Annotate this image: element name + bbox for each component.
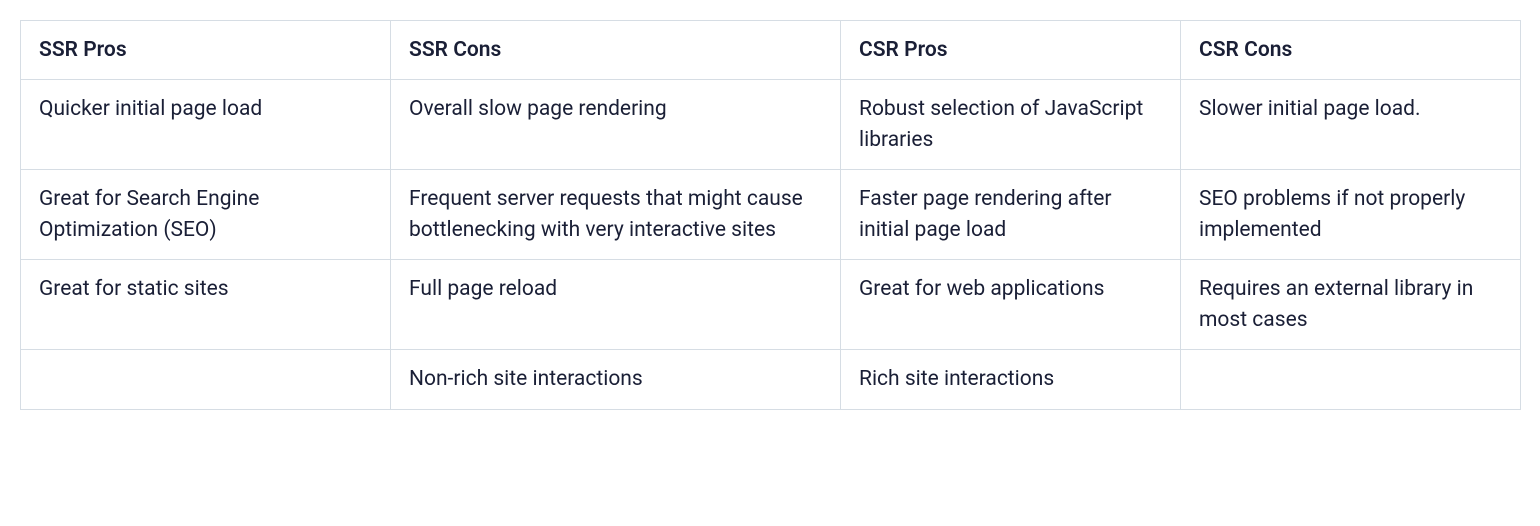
cell-ssr-pros: Great for static sites — [21, 260, 391, 350]
cell-csr-pros: Robust selection of JavaScript libraries — [841, 80, 1181, 170]
cell-ssr-cons: Frequent server requests that might caus… — [391, 170, 841, 260]
cell-csr-pros: Faster page rendering after initial page… — [841, 170, 1181, 260]
cell-ssr-cons: Full page reload — [391, 260, 841, 350]
table-row: Non-rich site interactions Rich site int… — [21, 350, 1521, 409]
cell-ssr-pros: Great for Search Engine Optimization (SE… — [21, 170, 391, 260]
cell-csr-cons: Slower initial page load. — [1181, 80, 1521, 170]
table-row: Great for Search Engine Optimization (SE… — [21, 170, 1521, 260]
cell-ssr-pros: Quicker initial page load — [21, 80, 391, 170]
table-row: Quicker initial page load Overall slow p… — [21, 80, 1521, 170]
table-header-row: SSR Pros SSR Cons CSR Pros CSR Cons — [21, 21, 1521, 80]
col-header-ssr-pros: SSR Pros — [21, 21, 391, 80]
cell-csr-cons: SEO problems if not properly implemented — [1181, 170, 1521, 260]
cell-csr-cons — [1181, 350, 1521, 409]
cell-csr-pros: Rich site interactions — [841, 350, 1181, 409]
col-header-csr-pros: CSR Pros — [841, 21, 1181, 80]
col-header-ssr-cons: SSR Cons — [391, 21, 841, 80]
cell-ssr-cons: Non-rich site interactions — [391, 350, 841, 409]
table-row: Great for static sites Full page reload … — [21, 260, 1521, 350]
cell-csr-pros: Great for web applications — [841, 260, 1181, 350]
comparison-table: SSR Pros SSR Cons CSR Pros CSR Cons Quic… — [20, 20, 1521, 410]
cell-csr-cons: Requires an external library in most cas… — [1181, 260, 1521, 350]
col-header-csr-cons: CSR Cons — [1181, 21, 1521, 80]
cell-ssr-cons: Overall slow page rendering — [391, 80, 841, 170]
cell-ssr-pros — [21, 350, 391, 409]
